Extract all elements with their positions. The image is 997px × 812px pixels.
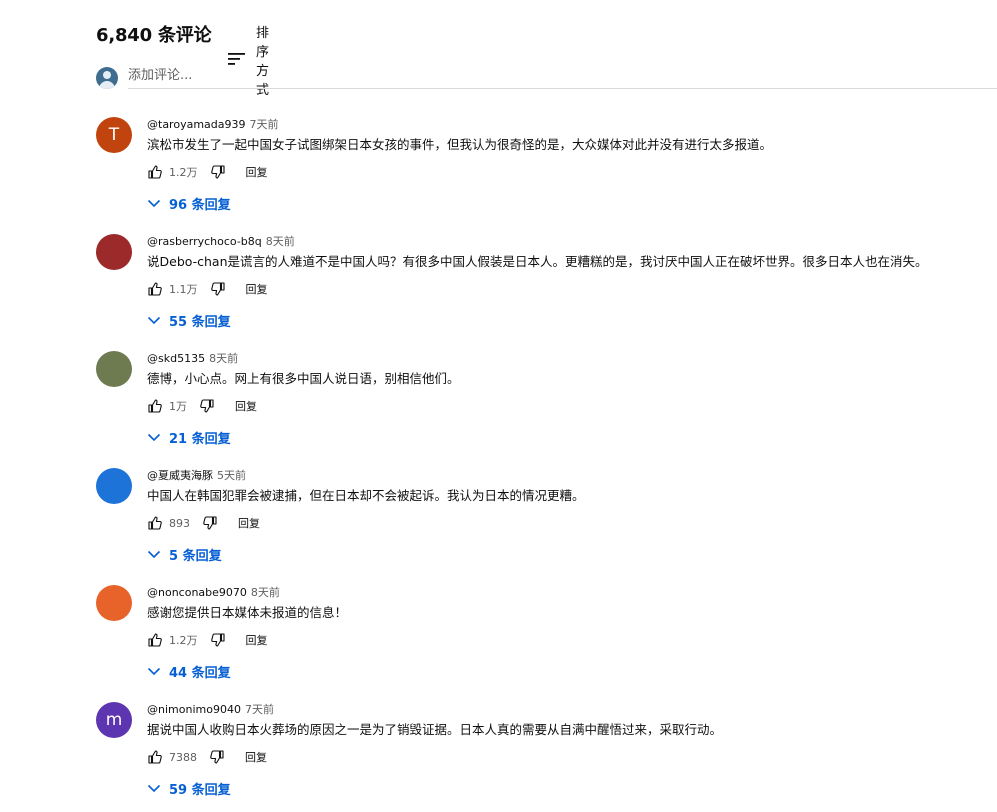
reply-button[interactable]: 回复 xyxy=(235,398,257,414)
replies-count: 55 条回复 xyxy=(169,314,231,330)
chevron-down-icon xyxy=(147,666,161,676)
comment-text: 中国人在韩国犯罪会被逮捕，但在日本却不会被起诉。我认为日本的情况更糟。 xyxy=(147,488,585,503)
view-replies-button[interactable]: 5 条回复 xyxy=(147,544,222,564)
like-icon[interactable] xyxy=(147,398,163,414)
replies-count: 59 条回复 xyxy=(169,782,231,798)
comment-actions: 1.2万 回复 xyxy=(147,163,268,181)
like-icon[interactable] xyxy=(147,632,163,648)
chevron-down-icon xyxy=(147,549,161,559)
comment-time[interactable]: 7天前 xyxy=(245,703,274,716)
comment-actions: 893 回复 xyxy=(147,514,260,532)
comment-actions: 1.1万 回复 xyxy=(147,280,268,298)
like-icon[interactable] xyxy=(147,164,163,180)
commenter-avatar[interactable] xyxy=(96,351,132,387)
comment-meta: @taroyamada939 7天前 xyxy=(147,117,279,133)
dislike-icon[interactable] xyxy=(210,281,226,297)
comment-author[interactable]: @nonconabe9070 xyxy=(147,586,247,599)
commenter-avatar[interactable] xyxy=(96,234,132,270)
view-replies-button[interactable]: 21 条回复 xyxy=(147,427,231,447)
comment-time[interactable]: 5天前 xyxy=(217,469,246,482)
like-count: 1.2万 xyxy=(169,166,198,179)
comment-author[interactable]: @夏威夷海豚 xyxy=(147,469,213,482)
comment-time[interactable]: 8天前 xyxy=(266,235,295,248)
like-count: 7388 xyxy=(169,750,197,764)
reply-button[interactable]: 回复 xyxy=(245,749,267,765)
replies-count: 44 条回复 xyxy=(169,665,231,681)
comment-item: @夏威夷海豚 5天前 中国人在韩国犯罪会被逮捕，但在日本却不会被起诉。我认为日本的… xyxy=(96,468,986,578)
comment-author[interactable]: @skd5135 xyxy=(147,352,205,365)
chevron-down-icon xyxy=(147,783,161,793)
commenter-avatar[interactable]: m xyxy=(96,702,132,738)
replies-count: 5 条回复 xyxy=(169,548,222,564)
comment-actions: 7388 回复 xyxy=(147,748,267,766)
chevron-down-icon xyxy=(147,432,161,442)
reply-button[interactable]: 回复 xyxy=(246,281,268,297)
comment-meta: @skd5135 8天前 xyxy=(147,351,238,367)
comment-item: m @nimonimo9040 7天前 据说中国人收购日本火葬场的原因之一是为了销… xyxy=(96,702,986,812)
view-replies-button[interactable]: 44 条回复 xyxy=(147,661,231,681)
user-avatar xyxy=(96,67,118,89)
commenter-avatar[interactable]: T xyxy=(96,117,132,153)
chevron-down-icon xyxy=(147,198,161,208)
like-icon[interactable] xyxy=(147,749,163,765)
dislike-icon[interactable] xyxy=(210,632,226,648)
dislike-icon[interactable] xyxy=(202,515,218,531)
view-replies-button[interactable]: 96 条回复 xyxy=(147,193,231,213)
avatar-letter: T xyxy=(108,125,120,145)
comments-header: 6,840 条评论 排序方式 xyxy=(96,18,269,98)
reply-button[interactable]: 回复 xyxy=(246,632,268,648)
view-replies-button[interactable]: 59 条回复 xyxy=(147,778,231,798)
replies-count: 21 条回复 xyxy=(169,431,231,447)
comment-author[interactable]: @rasberrychoco-b8q xyxy=(147,235,262,248)
comment-count: 6,840 条评论 xyxy=(96,25,212,46)
comment-author[interactable]: @taroyamada939 xyxy=(147,118,246,131)
comment-text: 说Debo-chan是谎言的人难道不是中国人吗？有很多中国人假装是日本人。更糟糕… xyxy=(147,254,928,269)
comment-time[interactable]: 8天前 xyxy=(251,586,280,599)
dislike-icon[interactable] xyxy=(209,749,225,765)
view-replies-button[interactable]: 55 条回复 xyxy=(147,310,231,330)
comment-text: 据说中国人收购日本火葬场的原因之一是为了销毁证据。日本人真的需要从自满中醒悟过来… xyxy=(147,722,723,737)
add-comment-input[interactable]: 添加评论... xyxy=(128,66,997,89)
like-count: 1万 xyxy=(169,400,187,413)
commenter-avatar[interactable] xyxy=(96,468,132,504)
like-count: 1.1万 xyxy=(169,283,198,296)
comment-item: @nonconabe9070 8天前 感谢您提供日本媒体未报道的信息！ 1.2万 … xyxy=(96,585,986,695)
dislike-icon[interactable] xyxy=(210,164,226,180)
comment-item: @rasberrychoco-b8q 8天前 说Debo-chan是谎言的人难道不… xyxy=(96,234,986,344)
comment-time[interactable]: 7天前 xyxy=(250,118,279,131)
comment-time[interactable]: 8天前 xyxy=(209,352,238,365)
comment-actions: 1.2万 回复 xyxy=(147,631,268,649)
comment-text: 滨松市发生了一起中国女子试图绑架日本女孩的事件，但我认为很奇怪的是，大众媒体对此… xyxy=(147,137,773,152)
reply-button[interactable]: 回复 xyxy=(238,515,260,531)
comment-author[interactable]: @nimonimo9040 xyxy=(147,703,241,716)
avatar-letter: m xyxy=(105,710,123,730)
like-count: 1.2万 xyxy=(169,634,198,647)
add-comment-row: 添加评论... xyxy=(96,66,997,90)
like-icon[interactable] xyxy=(147,281,163,297)
comment-meta: @rasberrychoco-b8q 8天前 xyxy=(147,234,295,250)
comment-actions: 1万 回复 xyxy=(147,397,257,415)
comment-meta: @夏威夷海豚 5天前 xyxy=(147,468,246,484)
comment-text: 德博，小心点。网上有很多中国人说日语，别相信他们。 xyxy=(147,371,460,386)
chevron-down-icon xyxy=(147,315,161,325)
commenter-avatar[interactable] xyxy=(96,585,132,621)
comment-meta: @nonconabe9070 8天前 xyxy=(147,585,280,601)
reply-button[interactable]: 回复 xyxy=(246,164,268,180)
like-count: 893 xyxy=(169,516,190,530)
comment-item: @skd5135 8天前 德博，小心点。网上有很多中国人说日语，别相信他们。 1万… xyxy=(96,351,986,461)
comment-item: T @taroyamada939 7天前 滨松市发生了一起中国女子试图绑架日本女孩… xyxy=(96,117,986,227)
replies-count: 96 条回复 xyxy=(169,197,231,213)
dislike-icon[interactable] xyxy=(199,398,215,414)
comment-meta: @nimonimo9040 7天前 xyxy=(147,702,274,718)
like-icon[interactable] xyxy=(147,515,163,531)
comment-text: 感谢您提供日本媒体未报道的信息！ xyxy=(147,605,348,620)
